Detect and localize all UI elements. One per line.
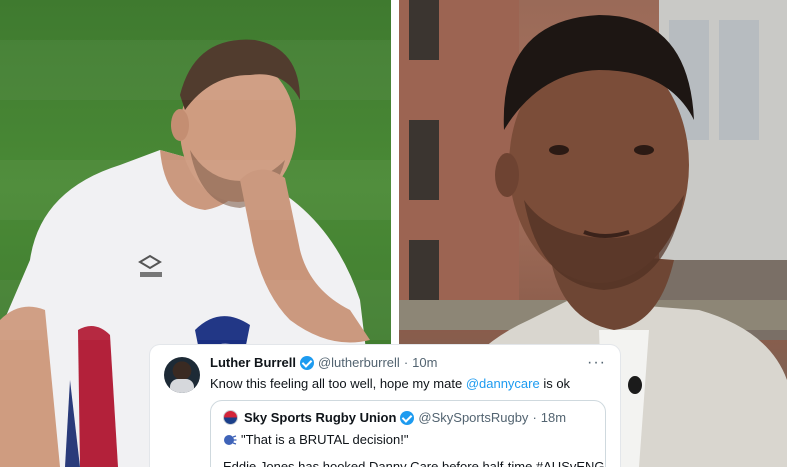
quoted-tweet-line-1: "That is a BRUTAL decision!" [223,431,593,448]
tweet-author-avatar[interactable] [164,357,200,393]
separator-dot: · [532,410,537,425]
tweet-author-handle[interactable]: @lutherburrell [318,355,400,371]
verified-badge-icon [299,356,314,370]
quoted-tweet-time[interactable]: 18m [541,410,566,425]
sky-sports-logo-icon [223,410,238,425]
quoted-author-name[interactable]: Sky Sports Rugby Union [244,410,396,425]
pitch-stripe [0,280,391,340]
quoted-tweet-text-2: Eddie Jones has hooked Danny Care before… [223,459,605,467]
tweet-mention-link[interactable]: @dannycare [466,376,540,391]
more-options-icon[interactable]: ··· [587,355,606,371]
tweet-text-after: is ok [539,376,571,391]
tweet-time[interactable]: 10m [412,355,437,371]
speaking-head-icon [224,434,237,445]
quoted-author-handle[interactable]: @SkySportsRugby [418,410,528,425]
quoted-tweet[interactable]: Sky Sports Rugby Union @SkySportsRugby ·… [210,400,606,467]
avatar-shirt [170,379,194,393]
tweet-header: Luther Burrell @lutherburrell · 10m ··· [210,355,606,371]
quoted-tweet-text-1: "That is a BRUTAL decision!" [241,432,409,447]
tweet-card[interactable]: Luther Burrell @lutherburrell · 10m ··· … [150,345,620,467]
image-collage: Luther Burrell @lutherburrell · 10m ··· … [0,0,787,467]
tweet-text: Know this feeling all too well, hope my … [210,375,606,392]
pitch-stripe [0,40,391,100]
tweet-author-name[interactable]: Luther Burrell [210,355,296,371]
tweet-text-before: Know this feeling all too well, hope my … [210,376,466,391]
pitch-stripe [0,160,391,220]
quoted-tweet-header: Sky Sports Rugby Union @SkySportsRugby ·… [223,410,593,425]
separator-dot: · [403,355,409,370]
verified-badge-icon [400,410,415,425]
